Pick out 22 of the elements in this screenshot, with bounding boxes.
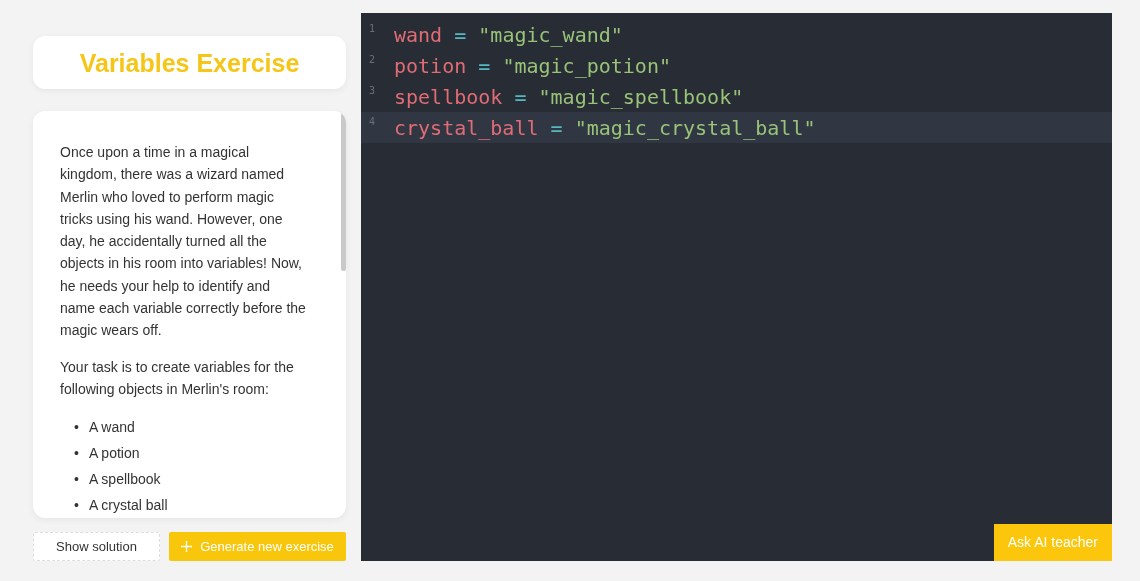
story-paragraph: Your task is to create variables for the following objects in Merlin's room: (60, 357, 295, 399)
page-title: Variables Exercise (79, 47, 300, 78)
line-number: 2 (368, 53, 377, 67)
plus-icon (181, 541, 193, 552)
line-number: 1 (368, 22, 377, 36)
line-number: 4 (368, 115, 377, 129)
code-editor[interactable]: 1 wand = "magic_wand" 2 potion = "magic_potion" 3 spellbook = "magic_spellbook" 4 crystal_ball = "magic_crystal_ball" Ask AI teacher (361, 13, 1112, 561)
code-text: wand = "magic_wand" (394, 21, 623, 49)
story-paragraph: Once upon a time in a magical kingdom, there was a wizard named Merlin who loved to perform magic tricks using his wand. However, one day, he accidentally turned all the objects in his room into variables! Now, he needs your help to identify and name each variable correctly before the magic wears off. (60, 143, 306, 341)
code-text: crystal_ball = "magic_crystal_ball" (394, 114, 816, 142)
show-solution-button[interactable]: Show solution (33, 532, 160, 561)
line-number: 3 (368, 84, 377, 98)
code-text: potion = "magic_potion" (394, 52, 671, 80)
bullet-marker: • (74, 496, 79, 516)
code-text: spellbook = "magic_spellbook" (394, 83, 744, 111)
object-list-item: A potion (88, 444, 140, 464)
bullet-marker: • (74, 470, 79, 490)
object-list-item: A wand (88, 418, 135, 438)
bullet-marker: • (74, 444, 79, 464)
object-list-item: A spellbook (88, 470, 161, 490)
object-list-item: A crystal ball (88, 496, 168, 516)
bullet-marker: • (74, 418, 79, 438)
